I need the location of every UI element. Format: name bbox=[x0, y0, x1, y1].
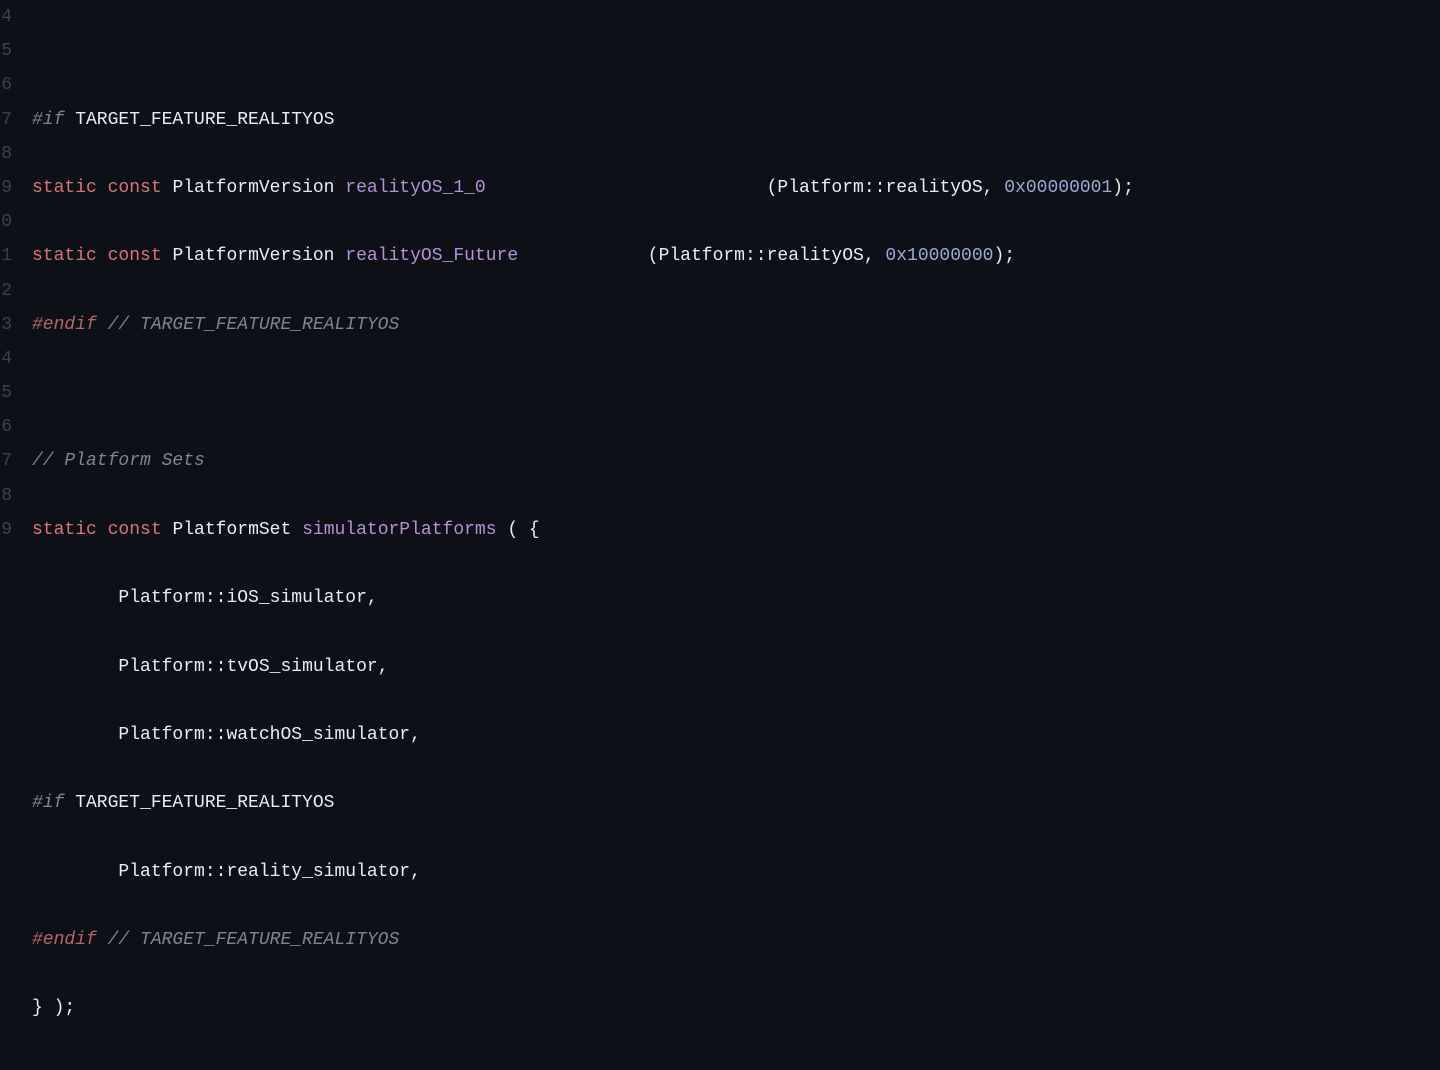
var-name: realityOS_1_0 bbox=[345, 178, 485, 198]
code-line: } ); bbox=[32, 991, 1440, 1025]
indent bbox=[32, 862, 118, 882]
code-line bbox=[32, 34, 1440, 68]
comma: , bbox=[864, 246, 886, 266]
comma: , bbox=[410, 725, 421, 745]
preproc-cond: TARGET_FEATURE_REALITYOS bbox=[64, 793, 334, 813]
indent bbox=[32, 588, 118, 608]
preproc-endif: #endif bbox=[32, 930, 97, 950]
code-line: Platform::iOS_simulator, bbox=[32, 581, 1440, 615]
member: realityOS bbox=[885, 178, 982, 198]
line-number: 9 bbox=[0, 513, 12, 547]
code-line: Platform::watchOS_simulator, bbox=[32, 718, 1440, 752]
hex-literal: 0x10000000 bbox=[885, 246, 993, 266]
scope-op: :: bbox=[205, 588, 227, 608]
code-line: // Platform Sets bbox=[32, 444, 1440, 478]
comment: // Platform Sets bbox=[32, 451, 205, 471]
comma: , bbox=[410, 862, 421, 882]
line-number: 7 bbox=[0, 444, 12, 478]
namespace: Platform bbox=[118, 657, 204, 677]
code-line: Platform::reality_simulator, bbox=[32, 855, 1440, 889]
kw-const: const bbox=[108, 246, 162, 266]
kw-static: static bbox=[32, 520, 97, 540]
member: tvOS_simulator bbox=[226, 657, 377, 677]
namespace: Platform bbox=[777, 178, 863, 198]
comma: , bbox=[367, 588, 378, 608]
code-line: #if TARGET_FEATURE_REALITYOS bbox=[32, 103, 1440, 137]
line-number: 7 bbox=[0, 103, 12, 137]
preproc-endif: #endif bbox=[32, 315, 97, 335]
paren-open: ( bbox=[648, 246, 659, 266]
line-number: 9 bbox=[0, 171, 12, 205]
namespace: Platform bbox=[659, 246, 745, 266]
code-line: #endif // TARGET_FEATURE_REALITYOS bbox=[32, 923, 1440, 957]
preproc-if: #if bbox=[32, 110, 64, 130]
line-number: 5 bbox=[0, 34, 12, 68]
preproc-if: #if bbox=[32, 793, 64, 813]
kw-const: const bbox=[108, 520, 162, 540]
comma: , bbox=[983, 178, 1005, 198]
whitespace bbox=[486, 178, 767, 198]
namespace: Platform bbox=[118, 725, 204, 745]
code-line: static const PlatformVersion realityOS_1… bbox=[32, 171, 1440, 205]
comma: , bbox=[378, 657, 389, 677]
line-number: 1 bbox=[0, 239, 12, 273]
code-line: static const PlatformVersion realityOS_F… bbox=[32, 239, 1440, 273]
member: reality_simulator bbox=[226, 862, 410, 882]
line-number-gutter: 4 5 6 7 8 9 0 1 2 3 4 5 6 7 8 9 bbox=[0, 0, 20, 535]
kw-static: static bbox=[32, 246, 97, 266]
line-number: 5 bbox=[0, 376, 12, 410]
brace-open: ( { bbox=[497, 520, 540, 540]
code-content[interactable]: #if TARGET_FEATURE_REALITYOS static cons… bbox=[20, 0, 1440, 535]
scope-op: :: bbox=[205, 862, 227, 882]
type-name: PlatformVersion bbox=[172, 246, 334, 266]
comment: // TARGET_FEATURE_REALITYOS bbox=[97, 315, 399, 335]
type-name: PlatformVersion bbox=[172, 178, 334, 198]
scope-op: :: bbox=[205, 725, 227, 745]
member: watchOS_simulator bbox=[226, 725, 410, 745]
member: iOS_simulator bbox=[226, 588, 366, 608]
scope-op: :: bbox=[864, 178, 886, 198]
paren-close: ); bbox=[1112, 178, 1134, 198]
preproc-cond: TARGET_FEATURE_REALITYOS bbox=[64, 110, 334, 130]
hex-literal: 0x00000001 bbox=[1004, 178, 1112, 198]
code-editor: 4 5 6 7 8 9 0 1 2 3 4 5 6 7 8 9 #if TARG… bbox=[0, 0, 1440, 535]
indent bbox=[32, 657, 118, 677]
kw-static: static bbox=[32, 178, 97, 198]
namespace: Platform bbox=[118, 862, 204, 882]
line-number: 4 bbox=[0, 0, 12, 34]
paren-close: ); bbox=[993, 246, 1015, 266]
line-number: 8 bbox=[0, 137, 12, 171]
line-number: 3 bbox=[0, 308, 12, 342]
scope-op: :: bbox=[205, 657, 227, 677]
line-number: 2 bbox=[0, 274, 12, 308]
paren-open: ( bbox=[767, 178, 778, 198]
code-line: Platform::tvOS_simulator, bbox=[32, 650, 1440, 684]
line-number: 6 bbox=[0, 410, 12, 444]
whitespace bbox=[518, 246, 648, 266]
namespace: Platform bbox=[118, 588, 204, 608]
line-number: 4 bbox=[0, 342, 12, 376]
code-line: #if TARGET_FEATURE_REALITYOS bbox=[32, 786, 1440, 820]
line-number: 6 bbox=[0, 68, 12, 102]
code-line: static const PlatformSet simulatorPlatfo… bbox=[32, 513, 1440, 547]
code-line bbox=[32, 1060, 1440, 1070]
kw-const: const bbox=[108, 178, 162, 198]
comment: // TARGET_FEATURE_REALITYOS bbox=[97, 930, 399, 950]
indent bbox=[32, 725, 118, 745]
type-name: PlatformSet bbox=[172, 520, 291, 540]
code-line: #endif // TARGET_FEATURE_REALITYOS bbox=[32, 308, 1440, 342]
line-number: 8 bbox=[0, 479, 12, 513]
line-number: 0 bbox=[0, 205, 12, 239]
scope-op: :: bbox=[745, 246, 767, 266]
var-name: realityOS_Future bbox=[345, 246, 518, 266]
member: realityOS bbox=[767, 246, 864, 266]
brace-close: } ); bbox=[32, 998, 75, 1018]
code-line bbox=[32, 376, 1440, 410]
var-name: simulatorPlatforms bbox=[302, 520, 496, 540]
